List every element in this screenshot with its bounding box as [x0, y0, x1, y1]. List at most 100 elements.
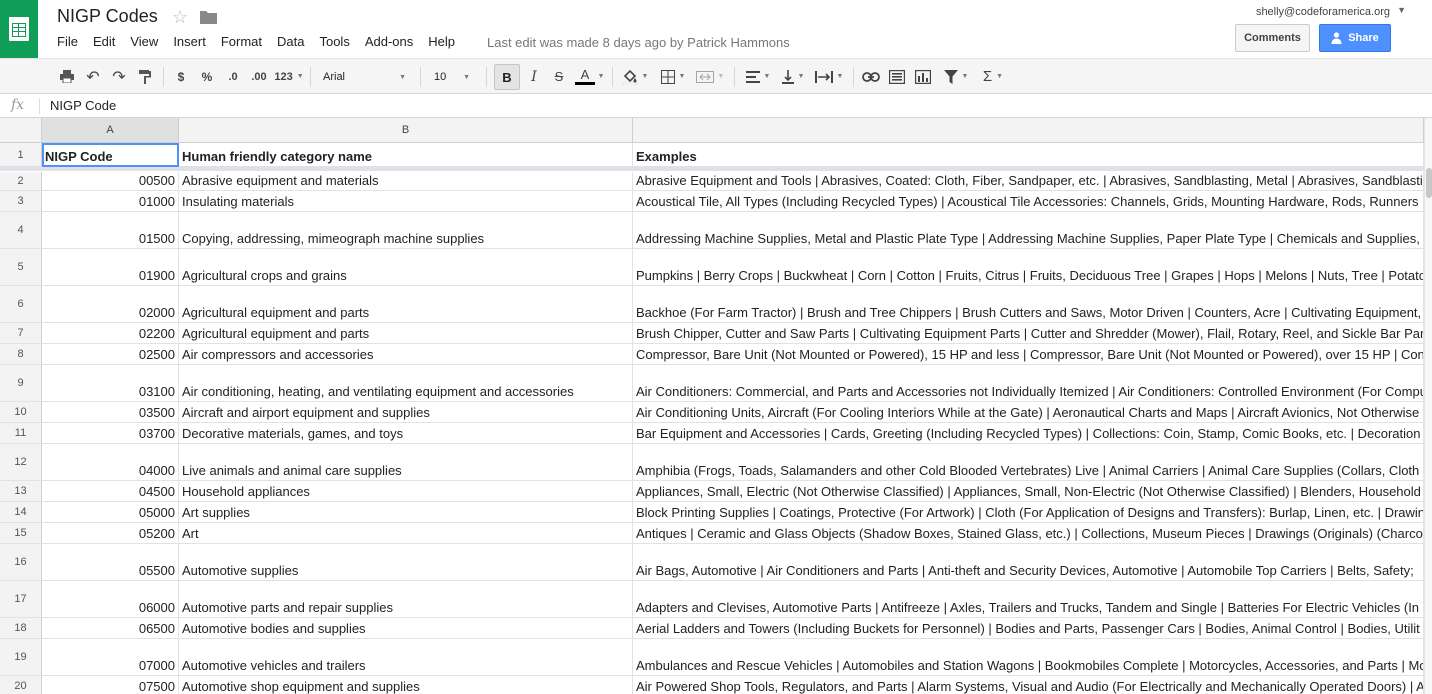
row-number[interactable]: 8	[0, 344, 42, 364]
cell-examples[interactable]: Antiques | Ceramic and Glass Objects (Sh…	[633, 523, 1424, 543]
column-header-c[interactable]	[633, 118, 1424, 142]
filter-icon[interactable]: ▼	[938, 59, 974, 94]
cell-category-name[interactable]: Agricultural equipment and parts	[179, 286, 633, 322]
cell-category-name[interactable]: Art supplies	[179, 502, 633, 522]
percent-format-button[interactable]: %	[199, 59, 215, 94]
row-number[interactable]: 15	[0, 523, 42, 543]
folder-icon[interactable]	[200, 10, 217, 29]
column-header-a[interactable]: A	[42, 118, 179, 142]
undo-icon[interactable]: ↶	[84, 59, 102, 94]
row-number[interactable]: 18	[0, 618, 42, 638]
menu-insert[interactable]: Insert	[173, 34, 206, 49]
cell-category-name[interactable]: Decorative materials, games, and toys	[179, 423, 633, 443]
cell-category-name[interactable]: Live animals and animal care supplies	[179, 444, 633, 480]
cell-examples[interactable]: Examples	[633, 143, 1424, 166]
cell-examples[interactable]: Abrasive Equipment and Tools | Abrasives…	[633, 172, 1424, 190]
last-edit-link[interactable]: Last edit was made 8 days ago by Patrick…	[487, 35, 790, 50]
row-number[interactable]: 13	[0, 481, 42, 501]
cell-category-name[interactable]: Air conditioning, heating, and ventilati…	[179, 365, 633, 401]
cell-examples[interactable]: Aerial Ladders and Towers (Including Buc…	[633, 618, 1424, 638]
star-icon[interactable]: ☆	[172, 7, 188, 27]
menu-edit[interactable]: Edit	[93, 34, 115, 49]
row-number[interactable]: 11	[0, 423, 42, 443]
insert-chart-icon[interactable]	[913, 59, 933, 94]
row-number[interactable]: 17	[0, 581, 42, 617]
frozen-row-divider[interactable]	[0, 166, 1424, 171]
font-family-select[interactable]: Arial ▼	[318, 65, 412, 89]
chevron-down-icon[interactable]: ▼	[597, 59, 605, 94]
cell-category-name[interactable]: Automotive shop equipment and supplies	[179, 676, 633, 694]
row-number[interactable]: 2	[0, 172, 42, 190]
vertical-align-icon[interactable]: ▼	[778, 59, 808, 94]
cell-category-name[interactable]: Art	[179, 523, 633, 543]
increase-decimal-button[interactable]: .00	[248, 59, 270, 94]
insert-link-icon[interactable]	[861, 59, 881, 94]
document-title[interactable]: NIGP Codes	[57, 6, 158, 27]
insert-comment-icon[interactable]	[887, 59, 907, 94]
italic-button[interactable]: I	[526, 59, 542, 94]
cell-nigp-code[interactable]: 03100	[42, 365, 179, 401]
select-all-corner[interactable]	[0, 118, 42, 142]
row-number[interactable]: 19	[0, 639, 42, 675]
comments-button[interactable]: Comments	[1235, 24, 1310, 52]
cell-nigp-code[interactable]: 01000	[42, 191, 179, 211]
cell-examples[interactable]: Ambulances and Rescue Vehicles | Automob…	[633, 639, 1424, 675]
horizontal-align-icon[interactable]: ▼	[742, 59, 774, 94]
cell-nigp-code[interactable]: NIGP Code	[42, 143, 179, 166]
menu-data[interactable]: Data	[277, 34, 304, 49]
menu-file[interactable]: File	[57, 34, 78, 49]
menu-add-ons[interactable]: Add-ons	[365, 34, 413, 49]
account-email[interactable]: shelly@codeforamerica.org	[1256, 6, 1390, 18]
vertical-scrollbar[interactable]	[1424, 118, 1432, 694]
cell-nigp-code[interactable]: 07500	[42, 676, 179, 694]
cell-nigp-code[interactable]: 01900	[42, 249, 179, 285]
cell-category-name[interactable]: Air compressors and accessories	[179, 344, 633, 364]
row-number[interactable]: 12	[0, 444, 42, 480]
sheets-logo-icon[interactable]	[0, 0, 38, 58]
functions-button[interactable]: Σ ▼	[978, 59, 1008, 94]
redo-icon[interactable]: ↷	[110, 59, 128, 94]
cell-nigp-code[interactable]: 02500	[42, 344, 179, 364]
cell-category-name[interactable]: Automotive vehicles and trailers	[179, 639, 633, 675]
account-chevron-down-icon[interactable]: ▼	[1397, 5, 1406, 15]
cell-examples[interactable]: Air Conditioners: Commercial, and Parts …	[633, 365, 1424, 401]
cell-category-name[interactable]: Copying, addressing, mimeograph machine …	[179, 212, 633, 248]
text-wrapping-icon[interactable]: ▼	[812, 59, 846, 94]
cell-category-name[interactable]: Agricultural crops and grains	[179, 249, 633, 285]
cell-category-name[interactable]: Automotive supplies	[179, 544, 633, 580]
cell-nigp-code[interactable]: 04000	[42, 444, 179, 480]
paint-format-icon[interactable]	[136, 59, 154, 94]
cell-nigp-code[interactable]: 01500	[42, 212, 179, 248]
row-number[interactable]: 5	[0, 249, 42, 285]
cell-nigp-code[interactable]: 07000	[42, 639, 179, 675]
decrease-decimal-button[interactable]: .0	[224, 59, 242, 94]
row-number[interactable]: 4	[0, 212, 42, 248]
cell-examples[interactable]: Addressing Machine Supplies, Metal and P…	[633, 212, 1424, 248]
cell-nigp-code[interactable]: 05200	[42, 523, 179, 543]
row-number[interactable]: 20	[0, 676, 42, 694]
cell-examples[interactable]: Pumpkins | Berry Crops | Buckwheat | Cor…	[633, 249, 1424, 285]
cell-category-name[interactable]: Automotive bodies and supplies	[179, 618, 633, 638]
row-number[interactable]: 16	[0, 544, 42, 580]
cell-nigp-code[interactable]: 05500	[42, 544, 179, 580]
row-number[interactable]: 10	[0, 402, 42, 422]
menu-tools[interactable]: Tools	[319, 34, 349, 49]
cell-category-name[interactable]: Automotive parts and repair supplies	[179, 581, 633, 617]
cell-nigp-code[interactable]: 06000	[42, 581, 179, 617]
scrollbar-thumb[interactable]	[1426, 168, 1432, 198]
cell-category-name[interactable]: Household appliances	[179, 481, 633, 501]
borders-icon[interactable]: ▼	[658, 59, 688, 94]
strikethrough-button[interactable]: S	[551, 59, 567, 94]
row-number[interactable]: 1	[0, 143, 42, 166]
merge-cells-icon[interactable]: ▼	[692, 59, 728, 94]
cell-examples[interactable]: Air Bags, Automotive | Air Conditioners …	[633, 544, 1424, 580]
cell-examples[interactable]: Air Conditioning Units, Aircraft (For Co…	[633, 402, 1424, 422]
cell-nigp-code[interactable]: 02000	[42, 286, 179, 322]
menu-help[interactable]: Help	[428, 34, 455, 49]
row-number[interactable]: 14	[0, 502, 42, 522]
font-size-select[interactable]: 10 ▼	[428, 65, 476, 89]
cell-examples[interactable]: Amphibia (Frogs, Toads, Salamanders and …	[633, 444, 1424, 480]
row-number[interactable]: 6	[0, 286, 42, 322]
row-number[interactable]: 9	[0, 365, 42, 401]
cell-category-name[interactable]: Aircraft and airport equipment and suppl…	[179, 402, 633, 422]
